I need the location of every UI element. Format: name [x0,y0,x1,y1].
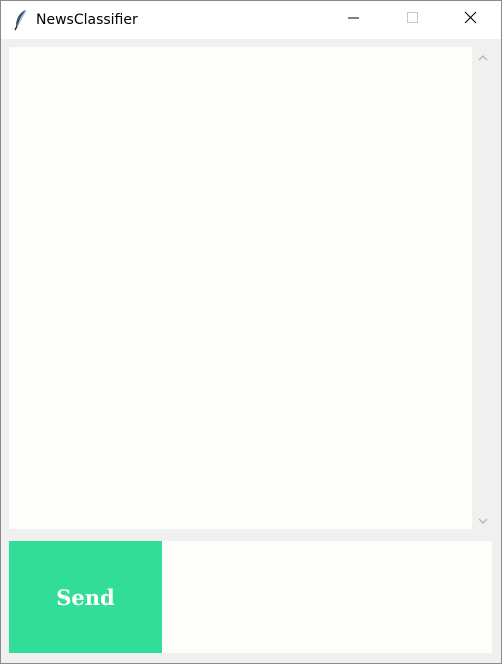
chat-log[interactable] [9,47,472,529]
message-input[interactable] [162,541,492,653]
close-button[interactable] [447,1,493,39]
scroll-up-button[interactable] [473,47,492,67]
minimize-icon [348,11,360,29]
send-button[interactable]: Send [9,541,162,653]
close-icon [464,11,477,29]
chat-scrollbar[interactable] [473,47,492,531]
title-bar[interactable]: NewsClassifier [1,1,501,39]
scroll-down-button[interactable] [473,511,492,531]
feather-icon [11,9,31,31]
maximize-icon [407,11,419,29]
minimize-button[interactable] [331,1,377,39]
chevron-down-icon [478,512,488,530]
maximize-button[interactable] [390,1,436,39]
app-window: NewsClassifier Send [0,0,502,664]
chevron-up-icon [478,48,488,66]
window-title: NewsClassifier [36,12,138,28]
